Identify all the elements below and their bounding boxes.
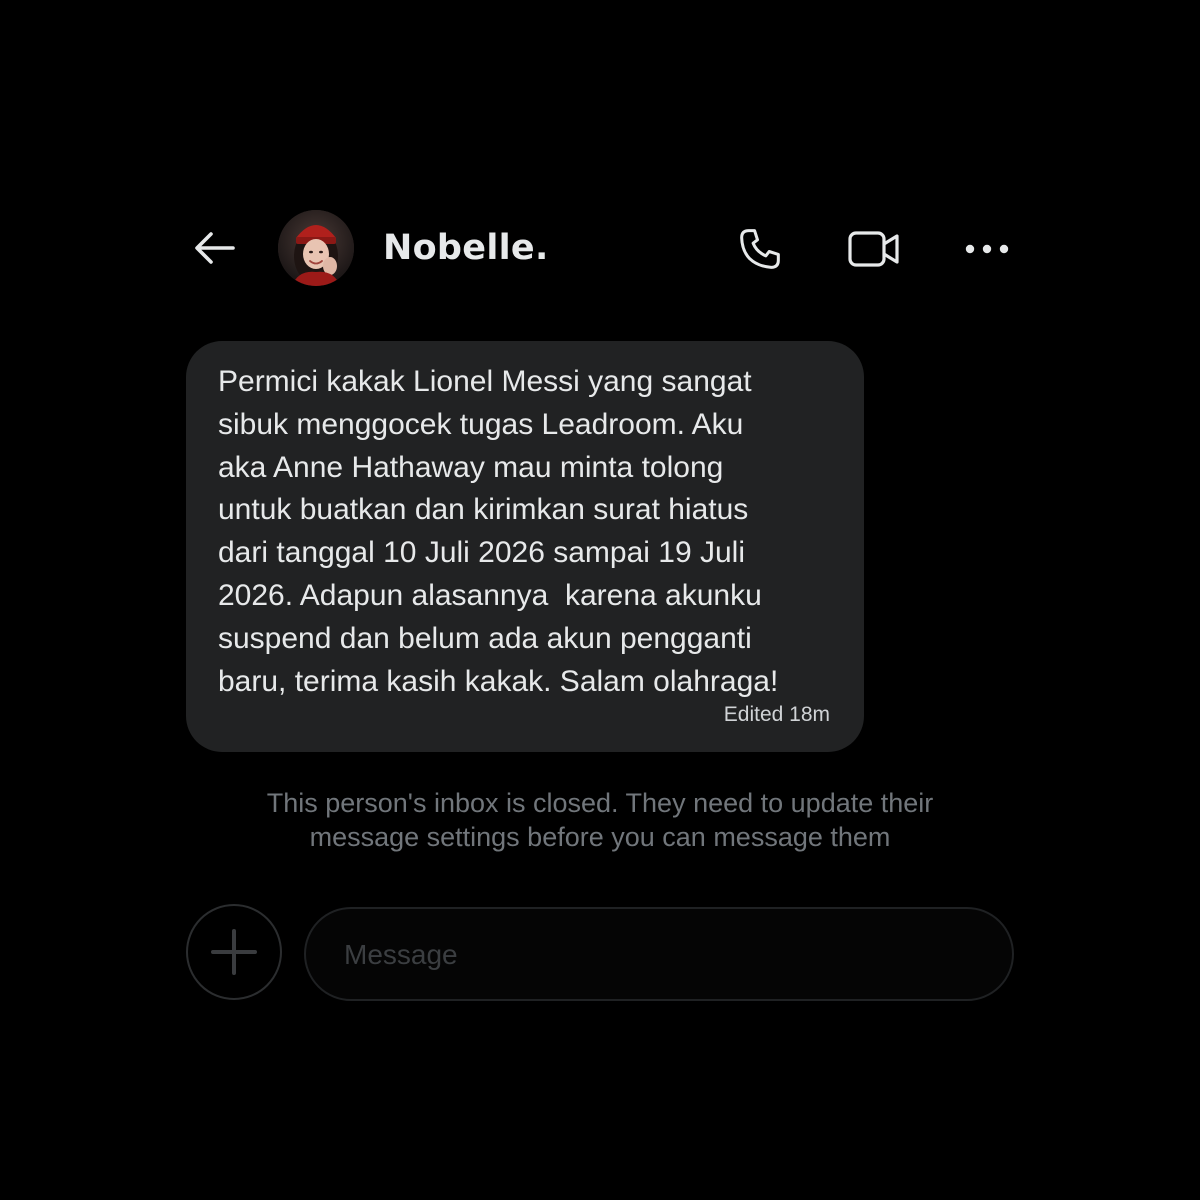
more-options-button[interactable] xyxy=(959,223,1015,275)
add-attachment-button[interactable] xyxy=(186,904,282,1000)
message-composer[interactable] xyxy=(304,907,1014,1001)
notice-line: message settings before you can message … xyxy=(309,822,891,852)
message-text: Permici kakak Lionel Messi yang sangat si… xyxy=(218,361,848,703)
inbox-closed-notice: This person's inbox is closed. They need… xyxy=(150,786,1050,854)
arrow-left-icon xyxy=(195,232,235,264)
message-input[interactable] xyxy=(342,931,966,979)
avatar[interactable] xyxy=(278,210,354,286)
message-line: dari tanggal 10 Juli 2026 sampai 19 Juli xyxy=(218,536,746,570)
message-line: aka Anne Hathaway mau minta tolong xyxy=(218,450,724,484)
video-camera-icon xyxy=(848,231,899,267)
phone-icon xyxy=(740,229,780,269)
back-button[interactable] xyxy=(188,224,240,272)
video-call-button[interactable] xyxy=(846,223,902,275)
avatar-image xyxy=(278,210,354,286)
message-line: baru, terima kasih kakak. Salam olahraga… xyxy=(218,664,779,698)
message-line: Permici kakak Lionel Messi yang sangat xyxy=(218,365,752,398)
message-line: sibuk menggocek tugas Leadroom. Aku xyxy=(218,407,744,441)
contact-name[interactable]: Nobelle. xyxy=(383,227,549,269)
message-line: suspend dan belum ada akun pengganti xyxy=(218,621,752,655)
message-line: untuk buatkan dan kirimkan surat hiatus xyxy=(218,493,749,527)
message-bubble[interactable]: Permici kakak Lionel Messi yang sangat si… xyxy=(186,341,864,752)
message-line: 2026. Adapun alasannya karena akunku xyxy=(218,578,762,612)
more-horizontal-icon xyxy=(965,244,1009,254)
chat-header: Nobelle. xyxy=(0,205,1200,291)
message-edited-timestamp: Edited 18m xyxy=(723,703,830,726)
call-button[interactable] xyxy=(732,223,788,275)
plus-icon xyxy=(211,929,257,975)
notice-line: This person's inbox is closed. They need… xyxy=(266,788,934,818)
